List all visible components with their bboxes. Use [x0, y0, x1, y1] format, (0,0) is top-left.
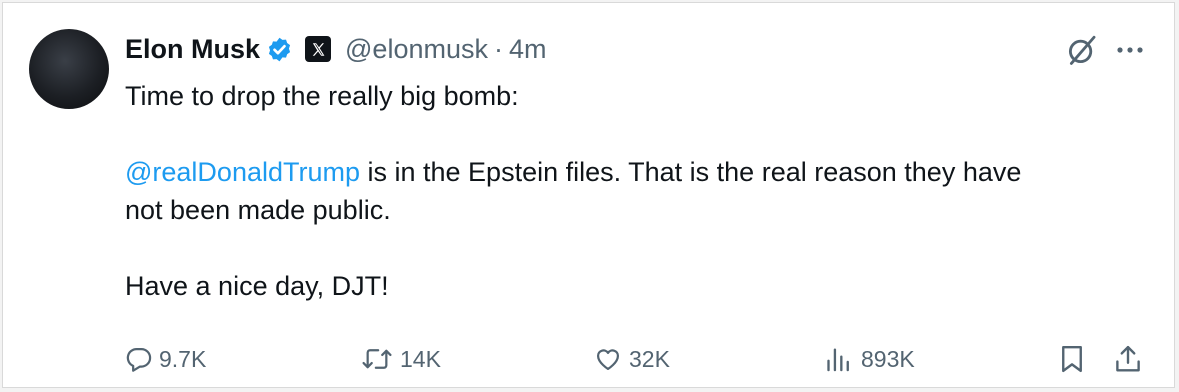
reply-icon: [126, 347, 152, 372]
repost-count: 14K: [400, 345, 441, 372]
mention-link[interactable]: @realDonaldTrump: [125, 157, 360, 187]
repost-icon: [362, 349, 392, 369]
views-count: 893K: [861, 345, 915, 372]
like-button[interactable]: 32K: [593, 339, 670, 379]
bookmark-button[interactable]: [1059, 339, 1085, 379]
tweet-header: Elon Musk @elonmusk · 4m: [125, 31, 547, 67]
bookmark-icon: [1062, 345, 1082, 373]
verified-badge-icon: [268, 37, 291, 61]
share-button[interactable]: [1114, 339, 1142, 379]
share-icon: [1116, 345, 1140, 372]
tweet-line-4: Have a nice day, DJT!: [125, 271, 389, 301]
views-icon: [827, 348, 849, 372]
reply-button[interactable]: 9.7K: [125, 339, 206, 379]
author-handle[interactable]: @elonmusk: [345, 34, 488, 65]
separator-dot: ·: [493, 33, 503, 64]
tweet-card[interactable]: Elon Musk @elonmusk · 4m Time to drop th…: [2, 2, 1175, 388]
x-logo-icon[interactable]: [305, 36, 332, 62]
author-name[interactable]: Elon Musk: [125, 34, 260, 65]
grok-icon[interactable]: [1065, 33, 1099, 67]
repost-button[interactable]: 14K: [360, 339, 441, 379]
more-icon[interactable]: [1115, 43, 1145, 57]
tweet-line-1: Time to drop the really big bomb:: [125, 81, 519, 111]
avatar[interactable]: [29, 29, 109, 109]
views-button[interactable]: 893K: [823, 339, 915, 379]
reply-count: 9.7K: [159, 345, 207, 372]
heart-icon: [596, 349, 620, 371]
tweet-line-3: not been made public.: [125, 195, 391, 225]
action-bar: 9.7K 14K 32K 893K: [3, 339, 1176, 379]
tweet-line-2-rest: is in the Epstein files. That is the rea…: [360, 157, 1022, 187]
like-count: 32K: [629, 345, 670, 372]
tweet-line-2: @realDonaldTrump is in the Epstein files…: [125, 153, 1155, 191]
tweet-text: Time to drop the really big bomb: @realD…: [125, 77, 1155, 305]
timestamp[interactable]: 4m: [509, 34, 547, 65]
